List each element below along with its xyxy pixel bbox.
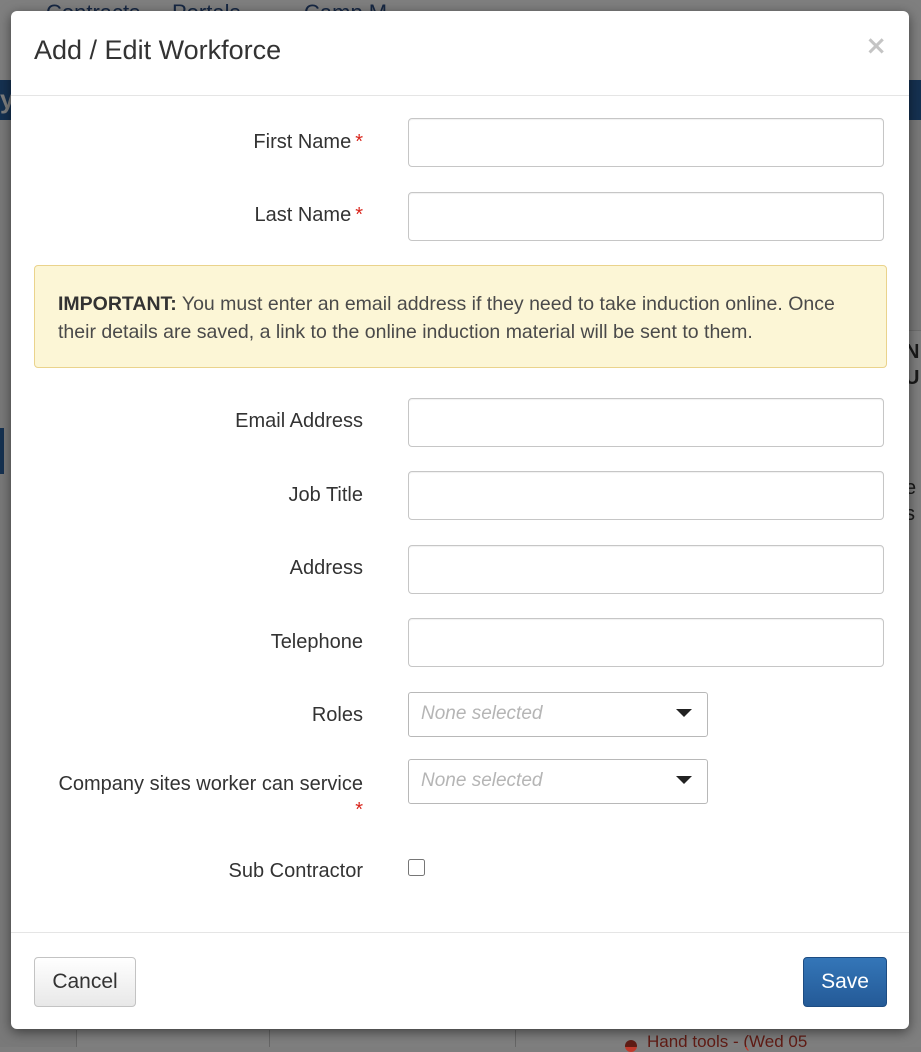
roles-placeholder: None selected (421, 703, 543, 724)
save-button[interactable]: Save (803, 957, 887, 1007)
last-name-label: Last Name * (254, 204, 363, 227)
alert-strong-text: IMPORTANT: (58, 293, 177, 315)
address-label: Address (289, 557, 363, 579)
important-alert: IMPORTANT: You must enter an email addre… (34, 265, 887, 368)
first-name-label-text: First Name (253, 131, 352, 153)
roles-select[interactable]: None selected (408, 692, 708, 737)
telephone-input[interactable] (408, 618, 884, 667)
last-name-input[interactable] (408, 192, 884, 241)
company-sites-label: Company sites worker can service * (58, 771, 363, 823)
close-icon[interactable]: × (865, 33, 887, 59)
sub-contractor-label: Sub Contractor (228, 860, 363, 882)
telephone-label: Telephone (270, 631, 363, 653)
address-input[interactable] (408, 545, 884, 594)
required-marker: * (355, 204, 363, 226)
last-name-label-text: Last Name (254, 204, 352, 226)
sub-contractor-checkbox[interactable] (408, 859, 425, 876)
first-name-label: First Name * (253, 131, 363, 154)
workforce-modal: Add / Edit Workforce × First Name * Last … (11, 11, 909, 1029)
required-marker: * (355, 131, 363, 153)
company-sites-select[interactable]: None selected (408, 759, 708, 804)
first-name-input[interactable] (408, 118, 884, 167)
cancel-button[interactable]: Cancel (34, 957, 136, 1007)
email-input[interactable] (408, 398, 884, 447)
roles-label: Roles (311, 704, 363, 726)
caret-down-icon (676, 709, 692, 717)
company-sites-placeholder: None selected (421, 770, 543, 791)
caret-down-icon (676, 776, 692, 784)
modal-footer: Cancel Save (11, 932, 909, 1029)
job-title-input[interactable] (408, 471, 884, 520)
modal-header: Add / Edit Workforce × (11, 11, 909, 96)
email-label: Email Address (235, 410, 363, 432)
job-title-label: Job Title (288, 484, 363, 506)
company-sites-label-text: Company sites worker can service (58, 773, 363, 795)
required-marker: * (355, 799, 363, 821)
modal-title: Add / Edit Workforce (34, 35, 282, 65)
